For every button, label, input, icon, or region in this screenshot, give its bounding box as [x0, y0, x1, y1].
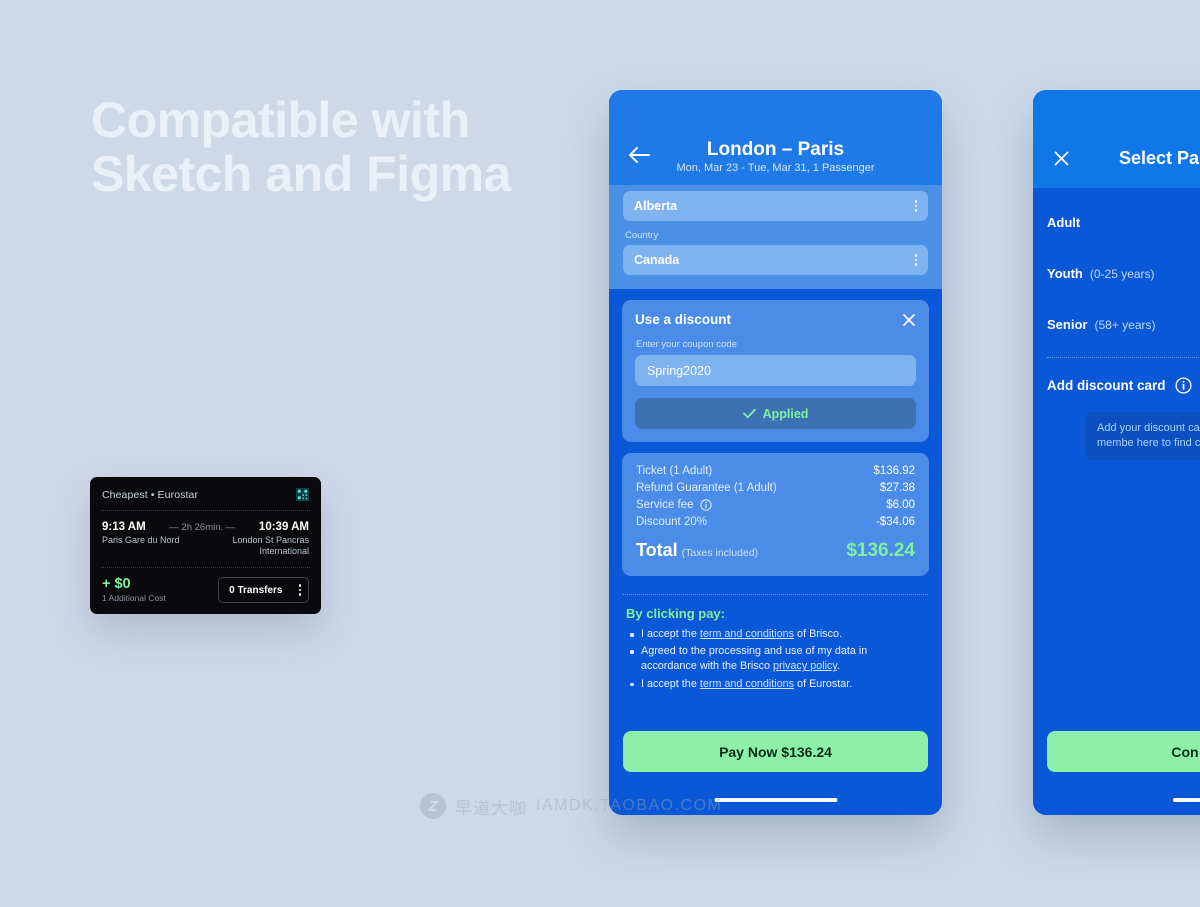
train-option-card[interactable]: Cheapest • Eurostar 9:13 AM — 2h 26min. … [90, 477, 321, 614]
train-card-header: Cheapest • Eurostar [90, 477, 321, 510]
train-card-footer: + $0 1 Additional Cost 0 Transfers [90, 569, 321, 614]
total-label: Total [636, 540, 678, 560]
qr-code-icon [296, 488, 309, 501]
transfers-label: 0 Transfers [229, 584, 283, 596]
terms-item: I accept the term and conditions of Euro… [630, 677, 925, 692]
additional-cost-note: 1 Additional Cost [102, 593, 166, 603]
train-card-schedule: 9:13 AM — 2h 26min. — 10:39 AM Paris Gar… [90, 512, 321, 567]
home-indicator [714, 798, 837, 802]
watermark-chinese-text: 早道大咖 [455, 798, 527, 818]
arrive-time: 10:39 AM [258, 521, 309, 533]
price-row: Discount 20% -$34.06 [636, 516, 915, 528]
coupon-input[interactable]: Spring2020 [635, 355, 916, 386]
close-icon[interactable] [902, 313, 916, 327]
terms-text: I accept the [641, 677, 700, 690]
terms-heading: By clicking pay: [626, 606, 725, 621]
country-field[interactable]: Canada [623, 245, 928, 275]
terms-item: I accept the term and conditions of Bris… [630, 627, 925, 642]
passenger-age: (58+ years) [1094, 318, 1156, 332]
additional-cost: + $0 1 Additional Cost [102, 576, 166, 604]
discount-card-tooltip: Add your discount car (e.g. loyalty or m… [1086, 412, 1200, 460]
checkout-body: Alberta Country Canada Use a discount En… [609, 185, 942, 815]
check-icon [742, 408, 756, 419]
country-value: Canada [634, 253, 680, 267]
depart-station: Paris Gare du Nord [102, 535, 180, 545]
add-discount-card-label: Add discount card [1047, 378, 1166, 393]
passenger-header: Select Pa [1033, 90, 1200, 188]
total-row: Total (Taxes included) $136.24 [636, 540, 915, 562]
total-note: (Taxes included) [681, 547, 759, 559]
terms-text: of Brisco. [794, 628, 843, 640]
phone-passenger-screen: Select Pa Adult Youth (0-25 years) Senio… [1033, 90, 1200, 815]
price-row: Refund Guarantee (1 Adult) $27.38 [636, 482, 915, 494]
passenger-row-adult[interactable]: Adult [1033, 215, 1200, 230]
info-icon[interactable] [1174, 377, 1192, 394]
price-breakdown-card: Ticket (1 Adult) $136.92 Refund Guarante… [622, 453, 929, 576]
total-value: $136.24 [846, 540, 915, 561]
arrive-station: London St Pancras International [232, 535, 309, 556]
pay-now-button[interactable]: Pay Now $136.24 [623, 731, 928, 772]
additional-cost-amount: + $0 [102, 576, 131, 592]
passenger-name: Senior [1047, 317, 1088, 332]
depart-time: 9:13 AM [102, 521, 146, 533]
trip-summary: Mon, Mar 23 - Tue, Mar 31, 1 Passenger [676, 162, 875, 174]
terms-text: of Eurostar. [794, 677, 853, 690]
transfers-selector[interactable]: 0 Transfers [218, 577, 309, 603]
home-indicator [1173, 798, 1200, 802]
headline-line-1: Compatible with [91, 92, 470, 148]
info-icon[interactable] [699, 499, 712, 511]
checkout-header: London – Paris Mon, Mar 23 - Tue, Mar 31… [609, 90, 942, 185]
train-card-tag: Cheapest • Eurostar [102, 488, 199, 501]
country-label: Country [625, 230, 659, 241]
terms-text: . [837, 660, 841, 673]
price-row-value: $136.92 [873, 465, 915, 477]
price-row-value: $27.38 [879, 482, 915, 494]
price-row-label: Service fee [636, 499, 694, 511]
passenger-name: Youth [1047, 266, 1083, 281]
vertical-dots-icon[interactable] [914, 200, 917, 212]
passenger-age: (0-25 years) [1089, 267, 1155, 281]
discount-card: Use a discount Enter your coupon code Sp… [622, 300, 929, 442]
price-row-value: -$34.06 [875, 516, 915, 528]
page-title: London – Paris [706, 139, 845, 160]
passenger-row-youth[interactable]: Youth (0-25 years) [1033, 266, 1200, 281]
close-icon[interactable] [1053, 150, 1070, 167]
terms-section: By clicking pay: I accept the term and c… [609, 595, 942, 692]
price-row-label: Discount 20% [636, 516, 707, 528]
add-discount-card-row[interactable]: Add discount card [1033, 358, 1200, 394]
terms-item: Agreed to the processing and use of my d… [630, 644, 925, 674]
price-row-label: Refund Guarantee (1 Adult) [636, 482, 777, 494]
vertical-dots-icon[interactable] [914, 254, 917, 266]
passenger-title: Select Pa [1119, 148, 1200, 168]
trip-duration: — 2h 26min. — [169, 522, 236, 533]
state-value: Alberta [634, 199, 678, 213]
price-row: Service fee $6.00 [636, 499, 915, 511]
terms-text: I accept the [641, 628, 700, 640]
continue-button[interactable]: Con [1047, 731, 1200, 772]
terms-link[interactable]: term and conditions [700, 628, 794, 640]
passenger-row-senior[interactable]: Senior (58+ years) [1033, 317, 1200, 332]
terms-link[interactable]: term and conditions [700, 678, 794, 690]
applied-button[interactable]: Applied [635, 398, 916, 429]
address-fields-section: Alberta Country Canada [609, 185, 942, 289]
passenger-name: Adult [1047, 215, 1081, 230]
watermark-logo: Z [420, 793, 446, 819]
price-row-label: Ticket (1 Adult) [636, 465, 713, 477]
coupon-input-label: Enter your coupon code [636, 339, 737, 350]
privacy-link[interactable]: privacy policy [773, 660, 837, 672]
price-row: Ticket (1 Adult) $136.92 [636, 465, 915, 477]
discount-title: Use a discount [635, 312, 732, 327]
state-field[interactable]: Alberta [623, 191, 928, 221]
applied-label: Applied [762, 406, 809, 421]
phone-checkout-screen: London – Paris Mon, Mar 23 - Tue, Mar 31… [609, 90, 942, 815]
arrow-left-icon[interactable] [628, 146, 650, 164]
vertical-dots-icon[interactable] [298, 584, 301, 596]
price-row-value: $6.00 [886, 499, 915, 511]
